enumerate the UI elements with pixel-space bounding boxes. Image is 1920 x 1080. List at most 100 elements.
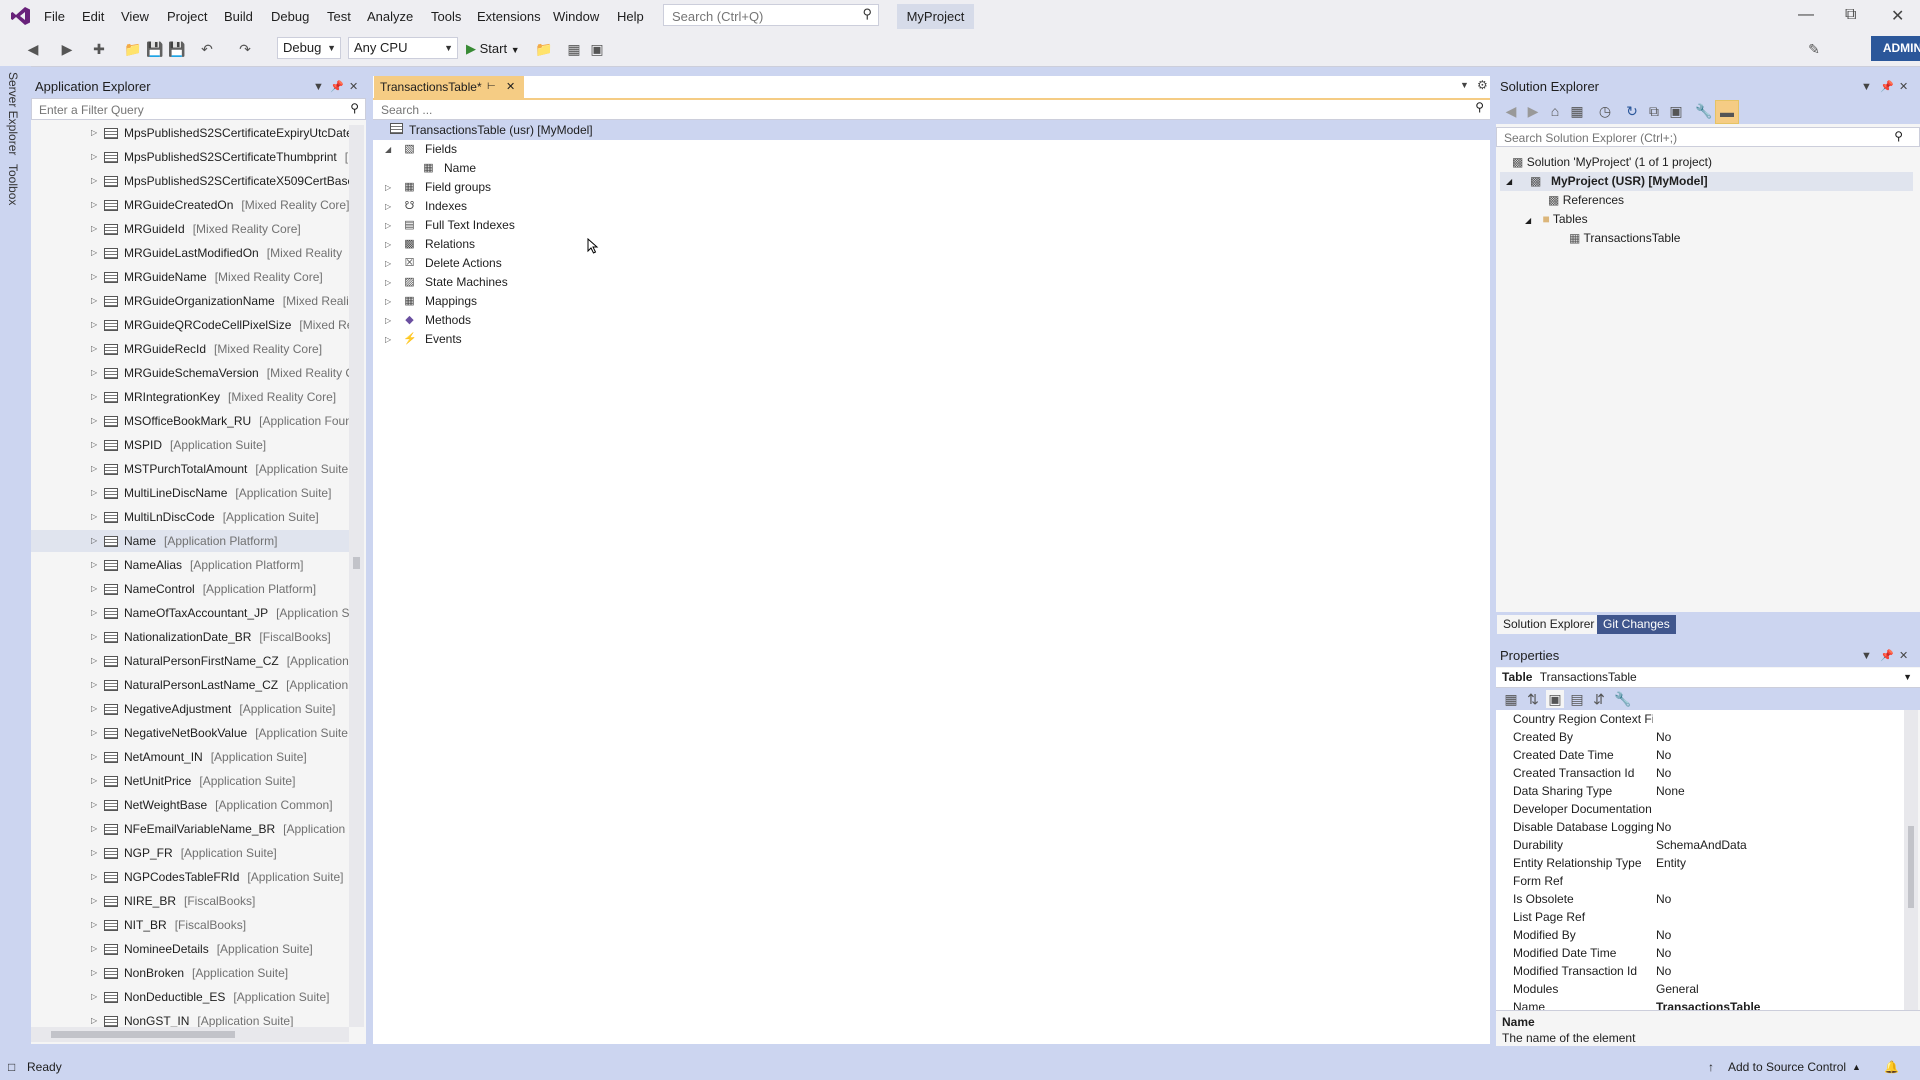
expand-icon[interactable]: ▷ xyxy=(91,986,97,1008)
collapse-icon[interactable]: ◢ xyxy=(385,140,391,159)
tree-row[interactable]: ▷ MRGuideQRCodeCellPixelSize [Mixed Re xyxy=(31,314,349,336)
tree-row[interactable]: ▷ NameAlias [Application Platform] xyxy=(31,554,349,576)
tree-row[interactable]: ▷ MRGuideRecId [Mixed Reality Core] xyxy=(31,338,349,360)
property-value[interactable]: None xyxy=(1656,782,1685,800)
tree-row[interactable]: ▷ NameControl [Application Platform] xyxy=(31,578,349,600)
project-node[interactable]: ◢ ▩ MyProject (USR) [MyModel] xyxy=(1500,172,1913,191)
expand-icon[interactable]: ▷ xyxy=(385,178,391,197)
property-value[interactable]: No xyxy=(1656,764,1671,782)
show-all-files-icon[interactable]: ▣ xyxy=(1667,102,1685,120)
tree-row[interactable]: ▷ NetWeightBase [Application Common] xyxy=(31,794,349,816)
property-row[interactable]: Disable Database Logging No xyxy=(1496,818,1904,837)
menu-edit[interactable]: Edit xyxy=(82,9,104,24)
tree-row[interactable]: ▷ NaturalPersonLastName_CZ [Application xyxy=(31,674,349,696)
tree-row[interactable]: ▷ NGPCodesTableFRId [Application Suite] xyxy=(31,866,349,888)
alphabetical-icon[interactable]: ⇅ xyxy=(1524,690,1542,708)
property-row[interactable]: Modules General xyxy=(1496,980,1904,999)
properties-wrench-icon[interactable]: 🔧 xyxy=(1695,102,1713,120)
expand-icon[interactable]: ▷ xyxy=(91,194,97,216)
preview-selected-items-icon[interactable]: ▬ xyxy=(1715,100,1739,124)
property-row[interactable]: Modified Transaction Id No xyxy=(1496,962,1904,981)
dropdown-icon[interactable]: ▼ xyxy=(1861,645,1872,667)
tree-row[interactable]: ▷ MRGuideCreatedOn [Mixed Reality Core] xyxy=(31,194,349,216)
expand-icon[interactable]: ▷ xyxy=(385,235,391,254)
global-search-input[interactable] xyxy=(670,6,854,26)
expand-icon[interactable]: ▷ xyxy=(91,866,97,888)
tree-row[interactable]: ▷ NonBroken [Application Suite] xyxy=(31,962,349,984)
property-row[interactable]: Form Ref xyxy=(1496,872,1904,891)
expand-icon[interactable]: ▷ xyxy=(91,530,97,552)
server-explorer-tab[interactable]: Server Explorer xyxy=(6,72,20,155)
tree-row[interactable]: ▷ MRGuideSchemaVersion [Mixed Reality C xyxy=(31,362,349,384)
property-row[interactable]: Entity Relationship Type Entity xyxy=(1496,854,1904,873)
save-all-icon[interactable]: 💾 xyxy=(168,40,186,58)
expand-icon[interactable]: ▷ xyxy=(385,273,391,292)
menu-help[interactable]: Help xyxy=(617,9,644,24)
property-row[interactable]: Data Sharing Type None xyxy=(1496,782,1904,801)
tree-row[interactable]: ▷ NationalizationDate_BR [FiscalBooks] xyxy=(31,626,349,648)
property-row[interactable]: Country Region Context Fie xyxy=(1496,710,1904,729)
pin-icon[interactable]: 📌 xyxy=(330,76,344,98)
expand-icon[interactable]: ▷ xyxy=(91,578,97,600)
property-row[interactable]: Modified Date Time No xyxy=(1496,944,1904,963)
back-icon[interactable]: ◀ xyxy=(1502,102,1520,120)
tree-row[interactable]: ▷ NegativeAdjustment [Application Suite] xyxy=(31,698,349,720)
tree-row[interactable]: ▷ NameOfTaxAccountant_JP [Application S xyxy=(31,602,349,624)
layout-icon[interactable]: ▦ xyxy=(565,40,583,58)
tree-row[interactable]: ▷ MultiLnDiscCode [Application Suite] xyxy=(31,506,349,528)
tab-transactions-table[interactable]: TransactionsTable* ⊢ ✕ xyxy=(374,76,524,98)
pin-icon[interactable]: 📌 xyxy=(1880,76,1894,98)
expand-icon[interactable]: ▷ xyxy=(91,410,97,432)
designer-search-input[interactable] xyxy=(379,102,1383,118)
tree-row[interactable]: ▷ Name [Application Platform] xyxy=(31,530,349,552)
tree-row[interactable]: ▷ MpsPublishedS2SCertificateThumbprint [ xyxy=(31,146,349,168)
tree-row[interactable]: ▷ NIRE_BR [FiscalBooks] xyxy=(31,890,349,912)
tree-row[interactable]: ▷ MultiLineDiscName [Application Suite] xyxy=(31,482,349,504)
tree-row[interactable]: ▷ MRGuideLastModifiedOn [Mixed Reality xyxy=(31,242,349,264)
undo-icon[interactable]: ↶ xyxy=(198,40,216,58)
toolbox-tab[interactable]: Toolbox xyxy=(6,164,20,205)
expand-icon[interactable]: ▷ xyxy=(385,292,391,311)
expand-icon[interactable]: ▷ xyxy=(91,914,97,936)
forward-icon[interactable]: ▶ xyxy=(1524,102,1542,120)
vertical-scrollbar[interactable] xyxy=(349,125,364,1027)
tree-row[interactable]: ▷ NIT_BR [FiscalBooks] xyxy=(31,914,349,936)
tree-row[interactable]: ▷ MpsPublishedS2SCertificateExpiryUtcDate xyxy=(31,125,349,144)
expand-icon[interactable]: ▷ xyxy=(91,746,97,768)
forward-icon[interactable]: ▶ xyxy=(58,40,76,58)
expand-icon[interactable]: ▷ xyxy=(91,602,97,624)
property-row[interactable]: Name TransactionsTable xyxy=(1496,998,1904,1010)
pin-icon[interactable]: ⊢ xyxy=(487,76,496,98)
property-value[interactable]: No xyxy=(1656,818,1671,836)
property-row[interactable]: Is Obsolete No xyxy=(1496,890,1904,909)
expand-icon[interactable]: ▷ xyxy=(91,674,97,696)
sync-icon[interactable]: ↻ xyxy=(1623,102,1641,120)
expand-icon[interactable]: ▷ xyxy=(91,554,97,576)
expand-icon[interactable]: ▷ xyxy=(91,1010,97,1027)
property-pages-icon[interactable]: ▤ xyxy=(1568,690,1586,708)
notifications-bell-icon[interactable]: 🔔 xyxy=(1884,1055,1899,1080)
menu-view[interactable]: View xyxy=(121,9,149,24)
scrollbar-thumb[interactable] xyxy=(51,1031,235,1038)
expand-icon[interactable]: ▷ xyxy=(91,386,97,408)
close-window-icon[interactable]: ✕ xyxy=(1891,6,1904,26)
tree-row[interactable]: ▷ NonGST_IN [Application Suite] xyxy=(31,1010,349,1027)
expand-icon[interactable]: ▷ xyxy=(385,311,391,330)
redo-icon[interactable]: ↷ xyxy=(236,40,254,58)
global-search[interactable]: ⚲ xyxy=(663,4,879,26)
expand-icon[interactable]: ▷ xyxy=(91,890,97,912)
expand-icon[interactable]: ▷ xyxy=(91,125,97,144)
expand-icon[interactable]: ▷ xyxy=(91,338,97,360)
property-value[interactable]: No xyxy=(1656,926,1671,944)
expand-icon[interactable]: ▷ xyxy=(91,794,97,816)
expand-icon[interactable]: ▷ xyxy=(385,330,391,349)
tree-row[interactable]: ▷ MSPID [Application Suite] xyxy=(31,434,349,456)
tree-row[interactable]: ▷ NegativeNetBookValue [Application Suite xyxy=(31,722,349,744)
tree-row[interactable]: ▷ MSTPurchTotalAmount [Application Suite xyxy=(31,458,349,480)
expand-icon[interactable]: ▷ xyxy=(91,722,97,744)
tree-row[interactable]: ▷ MRGuideOrganizationName [Mixed Reali xyxy=(31,290,349,312)
menu-window[interactable]: Window xyxy=(553,9,599,24)
home-icon[interactable]: ⌂ xyxy=(1546,102,1564,120)
expand-icon[interactable]: ▷ xyxy=(91,842,97,864)
tree-row[interactable]: ▷ MpsPublishedS2SCertificateX509CertBase6 xyxy=(31,170,349,192)
